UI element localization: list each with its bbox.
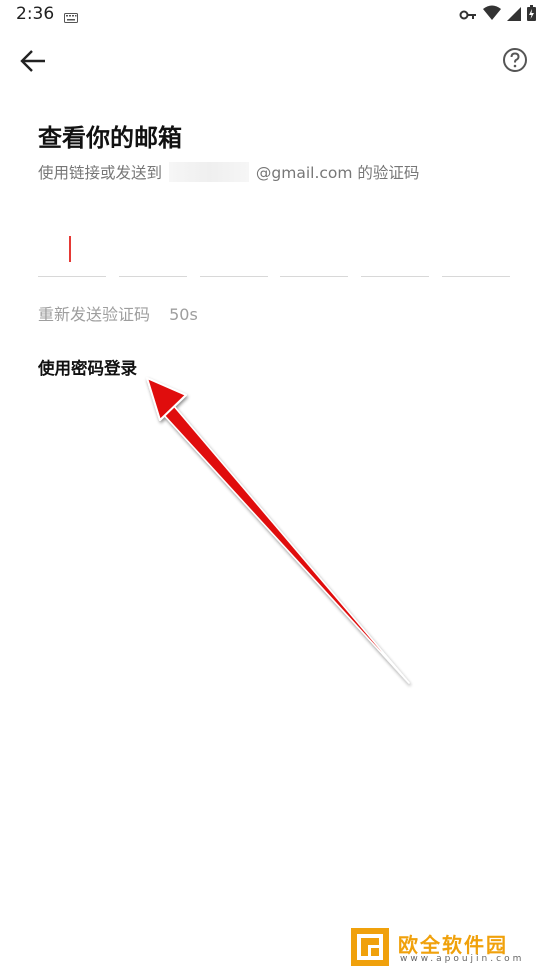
watermark: 欧全软件园 www.apoujin.com [350,927,540,971]
page-title: 查看你的邮箱 [38,124,182,152]
text-cursor [69,236,71,262]
help-button[interactable] [502,47,528,73]
email-hint-suffix: @gmail.com 的验证码 [255,164,420,182]
arrow-back-icon [20,50,45,72]
status-icons [459,5,536,25]
battery-icon [527,5,536,25]
status-time: 2:36 [16,4,55,24]
code-digit-5[interactable] [361,226,430,277]
status-bar: 2:36 [0,0,548,30]
code-digit-6[interactable] [441,226,510,277]
back-button[interactable] [18,46,48,76]
watermark-logo [351,928,389,966]
password-login-link[interactable]: 使用密码登录 [38,355,137,379]
resend-code: 重新发送验证码 50s [38,301,198,325]
keyboard-icon [64,8,78,27]
email-hint-prefix: 使用链接或发送到 [38,164,163,182]
code-digit-2[interactable] [118,226,187,277]
verification-code-input [38,226,510,277]
redacted-email [168,162,249,182]
cell-signal-icon [507,6,521,25]
help-circle-icon [503,48,527,72]
resend-code-label: 重新发送验证码 [38,305,151,324]
code-digit-1[interactable] [38,226,106,277]
code-digit-4[interactable] [280,226,349,277]
wifi-icon [483,5,501,25]
watermark-url: www.apoujin.com [400,954,525,964]
screen: 2:36 查看你的邮箱 使用链接或发送到 @gmail.com 的验证码 重新发… [0,0,548,975]
resend-countdown: 50s [169,305,198,324]
email-hint: 使用链接或发送到 @gmail.com 的验证码 [38,161,419,183]
code-digit-3[interactable] [199,226,268,277]
vpn-key-icon [459,6,477,25]
